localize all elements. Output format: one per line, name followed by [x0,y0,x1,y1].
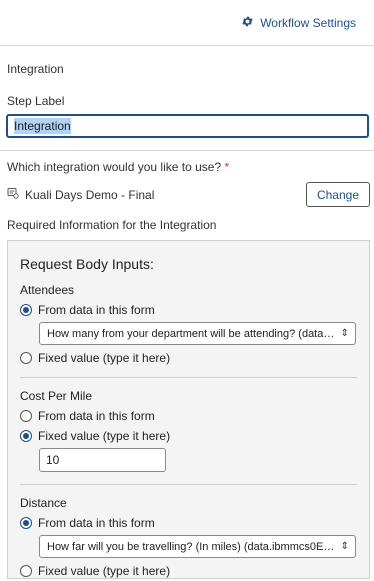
radio-checked-icon [20,517,32,529]
radio-label: From data in this form [38,516,155,530]
attendees-from-form-radio[interactable]: From data in this form [20,297,357,317]
selected-integration-name: Kuali Days Demo - Final [25,187,155,202]
change-integration-button[interactable]: Change [306,182,370,207]
select-value: How many from your department will be at… [47,327,337,340]
step-label-label: Step Label [7,94,65,108]
radio-label: Fixed value (type it here) [38,351,171,365]
workflow-settings-label: Workflow Settings [260,15,356,30]
required-info-label: Required Information for the Integration [7,218,217,232]
required-marker: * [224,160,230,174]
radio-checked-icon [20,430,32,442]
radio-checked-icon [20,304,32,316]
attendees-label: Attendees [20,283,75,297]
select-arrows-icon: ⇕ [340,328,349,339]
step-label-input[interactable]: Integration [6,114,369,138]
distance-field-select[interactable]: How far will you be travelling? (In mile… [39,535,356,558]
radio-unchecked-icon [20,410,32,422]
panel-title: Request Body Inputs: [20,256,154,272]
distance-fixed-radio[interactable]: Fixed value (type it here) [20,558,357,578]
request-body-panel: Request Body Inputs: Attendees From data… [7,240,370,579]
cost-per-mile-label: Cost Per Mile [20,389,93,403]
select-value: How far will you be travelling? (In mile… [47,540,337,553]
section-title: Integration [7,62,64,76]
workflow-settings-button[interactable]: Workflow Settings [241,15,356,31]
integration-icon [7,187,19,202]
attendees-fixed-radio[interactable]: Fixed value (type it here) [20,345,357,365]
attendees-field-select[interactable]: How many from your department will be at… [39,322,356,345]
cost-from-form-radio[interactable]: From data in this form [20,403,357,423]
step-label-value: Integration [14,118,71,134]
radio-unchecked-icon [20,352,32,364]
top-bar: Workflow Settings [0,0,374,46]
integration-question: Which integration would you like to use?… [0,151,374,174]
radio-label: Fixed value (type it here) [38,429,171,443]
cost-fixed-value-input[interactable]: 10 [39,448,166,472]
fixed-value: 10 [46,453,60,467]
selected-integration: Kuali Days Demo - Final [7,187,154,202]
gear-icon [241,15,254,31]
radio-label: Fixed value (type it here) [38,564,171,578]
integration-question-text: Which integration would you like to use? [7,160,222,174]
radio-label: From data in this form [38,409,155,423]
select-arrows-icon: ⇕ [340,541,349,552]
radio-unchecked-icon [20,565,32,577]
cost-fixed-radio[interactable]: Fixed value (type it here) [20,423,357,443]
distance-label: Distance [20,496,67,510]
radio-label: From data in this form [38,303,155,317]
distance-from-form-radio[interactable]: From data in this form [20,510,357,530]
